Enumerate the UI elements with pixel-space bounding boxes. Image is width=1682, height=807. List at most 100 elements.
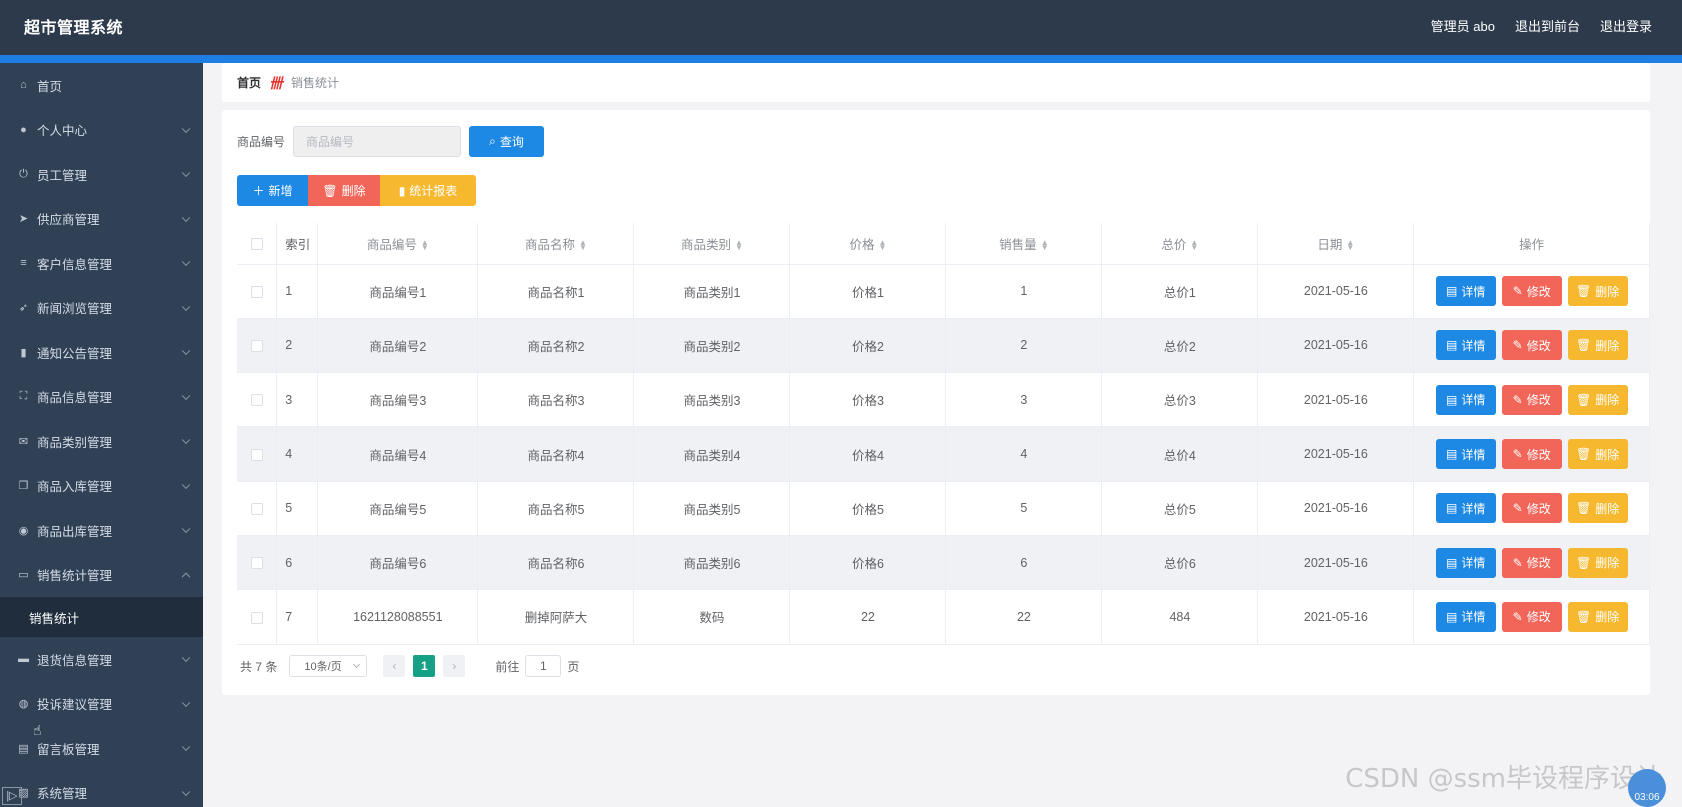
sidebar-item-stock-out[interactable]: ◉ 商品出库管理 [0,508,203,553]
search-input[interactable] [293,126,462,157]
report-button[interactable]: ▮ 统计报表 [380,175,476,206]
price-cell: 价格2 [789,318,947,374]
goto-suffix: 页 [567,659,580,674]
page-size-select[interactable]: 10条/页 [289,655,368,677]
sidebar-item-categories[interactable]: ✉ 商品类别管理 [0,419,203,464]
goto-page-input[interactable] [525,655,562,677]
row-checkbox[interactable] [250,285,263,298]
plus-icon: ＋ [252,184,265,198]
sidebar-item-products[interactable]: ⛶ 商品信息管理 [0,375,203,420]
sidebar-item-sales-stats[interactable]: ▭ 销售统计管理 [0,553,203,598]
delete-button[interactable]: 🗑 删除 [1567,547,1628,578]
column-header-sortable[interactable]: 商品编号 ▲ ▼ [317,223,479,265]
current-user-label: 管理员 abo [1430,19,1495,34]
search-icon: ⌕ [489,134,496,148]
table-row[interactable]: 3 商品编号3 商品名称3 商品类别3 价格3 3 总价3 2021-05-16 ▤ 详情 ✎ 修改 🗑… [237,372,1650,428]
document-icon: ▤ [1445,338,1458,353]
product-name-cell: 删掉阿萨大 [477,589,635,645]
select-all-checkbox[interactable] [250,237,263,250]
sidebar-item-message-board[interactable]: ▤ 留言板管理 [0,726,203,771]
sidebar-item-suppliers[interactable]: ➤ 供应商管理 [0,197,203,242]
column-header-label: 销售量 [999,237,1037,252]
column-header-sortable[interactable]: 价格 ▲ ▼ [789,223,947,265]
edit-button[interactable]: ✎ 修改 [1501,439,1562,470]
sidebar-item-system[interactable]: ▨ 系统管理 [0,771,203,807]
sidebar-item-stock-in[interactable]: ❐ 商品入库管理 [0,464,203,509]
product-code-cell: 商品编号1 [317,264,479,319]
detail-button[interactable]: ▤ 详情 [1435,601,1496,632]
delete-button[interactable]: 🗑 删除 [1567,439,1628,470]
product-name-cell: 商品名称2 [477,318,635,374]
row-index-cell: 1 [276,264,319,319]
add-button[interactable]: ＋ 新增 [237,175,308,206]
sales-quantity-cell: 3 [945,372,1103,428]
sidebar-collapse-icon[interactable]: |▷ [2,787,22,805]
detail-button[interactable]: ▤ 详情 [1435,384,1496,415]
product-code-cell: 商品编号2 [317,318,479,374]
row-checkbox[interactable] [250,340,263,353]
edit-button[interactable]: ✎ 修改 [1501,547,1562,578]
edit-button[interactable]: ✎ 修改 [1501,601,1562,632]
sidebar-item-notices[interactable]: ▮ 通知公告管理 [0,330,203,375]
table-row[interactable]: 2 商品编号2 商品名称2 商品类别2 价格2 2 总价2 2021-05-16 ▤ 详情 ✎ 修改 🗑… [237,318,1650,374]
table-row[interactable]: 6 商品编号6 商品名称6 商品类别6 价格6 6 总价6 2021-05-16 ▤ 详情 ✎ 修改 🗑… [237,535,1650,591]
table-row[interactable]: 7 1621128088551 删掉阿萨大 数码 22 22 484 2021-05-16 ▤ 详… [237,589,1650,645]
exit-to-front-link[interactable]: 退出到前台 [1515,16,1580,35]
table-row[interactable]: 1 商品编号1 商品名称1 商品类别1 价格1 1 总价1 2021-05-16 ▤ 详情 ✎ 修改 🗑… [237,264,1650,319]
app-title: 超市管理系统 [24,20,124,37]
search-button[interactable]: ⌕ 查询 [469,126,545,157]
document-icon: ▤ [1445,392,1458,407]
column-header-sortable[interactable]: 商品名称 ▲ ▼ [477,223,635,265]
page-number-current[interactable]: 1 [413,655,436,677]
compass-icon: ◉ [18,524,29,537]
detail-button[interactable]: ▤ 详情 [1435,493,1496,524]
delete-button[interactable]: 🗑 删除 [1567,384,1628,415]
sidebar-subitem-sales-stats[interactable]: 销售统计 [0,597,203,637]
search-button-label: 查询 [499,135,524,149]
sidebar-item-complaints[interactable]: ◍ 投诉建议管理 [0,682,203,727]
sidebar-item-news[interactable]: ➶ 新闻浏览管理 [0,286,203,331]
delete-button[interactable]: 🗑 删除 [1567,276,1628,307]
table-row[interactable]: 4 商品编号4 商品名称4 商品类别4 价格4 4 总价4 2021-05-16 ▤ 详情 ✎ 修改 🗑… [237,426,1650,482]
detail-button-label: 详情 [1461,447,1486,462]
sort-icon: ▲ ▼ [578,238,587,253]
delete-button[interactable]: 🗑 删除 [1567,493,1628,524]
row-checkbox[interactable] [250,611,263,624]
sidebar-item-customers[interactable]: ≡ 客户信息管理 [0,241,203,286]
detail-button[interactable]: ▤ 详情 [1435,439,1496,470]
logout-link[interactable]: 退出登录 [1600,16,1652,35]
prev-page-button[interactable]: ‹ [383,655,406,677]
row-checkbox[interactable] [250,503,263,516]
column-header-sortable[interactable]: 销售量 ▲ ▼ [945,223,1103,265]
column-header-sortable[interactable]: 总价 ▲ ▼ [1101,223,1259,265]
sidebar-item-home[interactable]: ⌂ 首页 [0,63,203,108]
product-name-cell: 商品名称3 [477,372,635,428]
row-checkbox[interactable] [250,448,263,461]
row-checkbox[interactable] [250,557,263,570]
chevron-down-icon [181,213,191,222]
batch-delete-button[interactable]: 🗑 删除 [308,175,380,206]
edit-button[interactable]: ✎ 修改 [1501,276,1562,307]
detail-button[interactable]: ▤ 详情 [1435,276,1496,307]
navigation-icon: ➶ [18,302,29,315]
edit-button[interactable]: ✎ 修改 [1501,493,1562,524]
detail-button[interactable]: ▤ 详情 [1435,547,1496,578]
delete-button[interactable]: 🗑 删除 [1567,330,1628,361]
sidebar-item-returns[interactable]: ▬ 退货信息管理 [0,637,203,682]
edit-button[interactable]: ✎ 修改 [1501,330,1562,361]
row-checkbox[interactable] [250,394,263,407]
price-cell: 价格1 [789,264,947,319]
column-header-sortable[interactable]: 商品类别 ▲ ▼ [633,223,791,265]
edit-button[interactable]: ✎ 修改 [1501,384,1562,415]
sidebar-item-personal-center[interactable]: ● 个人中心 [0,108,203,153]
column-header-sortable[interactable]: 日期 ▲ ▼ [1257,223,1415,265]
sidebar-item-staff[interactable]: ⏻ 员工管理 [0,152,203,197]
product-name-cell: 商品名称1 [477,264,635,319]
date-cell: 2021-05-16 [1257,535,1415,591]
detail-button[interactable]: ▤ 详情 [1435,330,1496,361]
table-row[interactable]: 5 商品编号5 商品名称5 商品类别5 价格5 5 总价5 2021-05-16 ▤ 详情 ✎ 修改 🗑… [237,481,1650,536]
product-code-cell: 商品编号3 [317,372,479,428]
next-page-button[interactable]: › [443,655,466,677]
delete-button[interactable]: 🗑 删除 [1567,601,1628,632]
breadcrumb-home[interactable]: 首页 [237,74,261,91]
